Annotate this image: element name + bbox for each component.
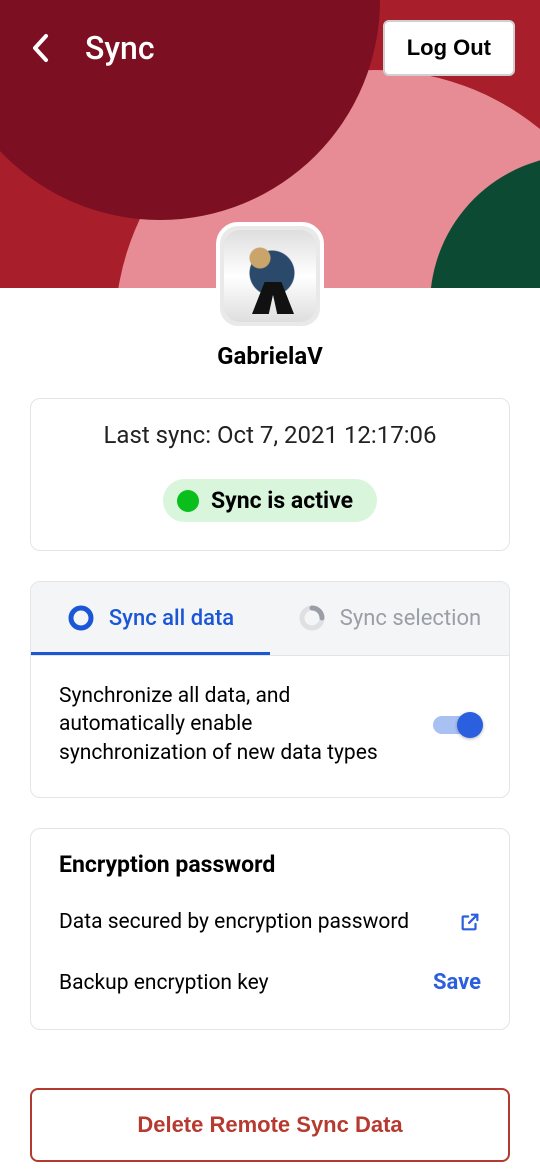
last-sync-label: Last sync: Oct 7, 2021 12:17:06 <box>51 421 489 449</box>
encryption-card: Encryption password Data secured by encr… <box>30 828 510 1030</box>
avatar[interactable] <box>216 222 324 330</box>
chevron-left-icon <box>30 32 52 64</box>
toggle-knob <box>457 712 483 738</box>
status-badge-text: Sync is active <box>211 487 353 514</box>
encryption-secured-row[interactable]: Data secured by encryption password <box>59 902 481 942</box>
tab-label: Sync all data <box>109 606 234 631</box>
logout-button[interactable]: Log Out <box>383 20 515 76</box>
save-backup-button[interactable]: Save <box>433 970 481 995</box>
backup-key-label: Backup encryption key <box>59 971 269 995</box>
circle-ring-icon <box>67 604 95 632</box>
sync-status-card: Last sync: Oct 7, 2021 12:17:06 Sync is … <box>30 398 510 551</box>
tab-label: Sync selection <box>340 606 481 631</box>
avatar-image <box>224 230 316 322</box>
delete-remote-data-button[interactable]: Delete Remote Sync Data <box>30 1088 510 1162</box>
tab-sync-all[interactable]: Sync all data <box>31 582 270 655</box>
backup-key-row: Backup encryption key Save <box>59 962 481 1003</box>
tab-sync-selection[interactable]: Sync selection <box>270 582 509 655</box>
tabs: Sync all data Sync selection <box>31 582 509 656</box>
external-link-icon[interactable] <box>459 911 481 933</box>
sync-mode-card: Sync all data Sync selection Synchronize… <box>30 581 510 798</box>
sync-status-badge: Sync is active <box>163 479 377 522</box>
sync-all-toggle[interactable] <box>433 711 481 739</box>
back-button[interactable] <box>25 32 57 64</box>
encryption-title: Encryption password <box>59 851 481 878</box>
status-dot-icon <box>177 490 199 512</box>
username: GabrielaV <box>170 342 370 370</box>
progress-ring-icon <box>298 604 326 632</box>
page-title: Sync <box>85 29 155 67</box>
encryption-secured-label: Data secured by encryption password <box>59 910 409 934</box>
sync-all-description: Synchronize all data, and automatically … <box>59 682 399 767</box>
